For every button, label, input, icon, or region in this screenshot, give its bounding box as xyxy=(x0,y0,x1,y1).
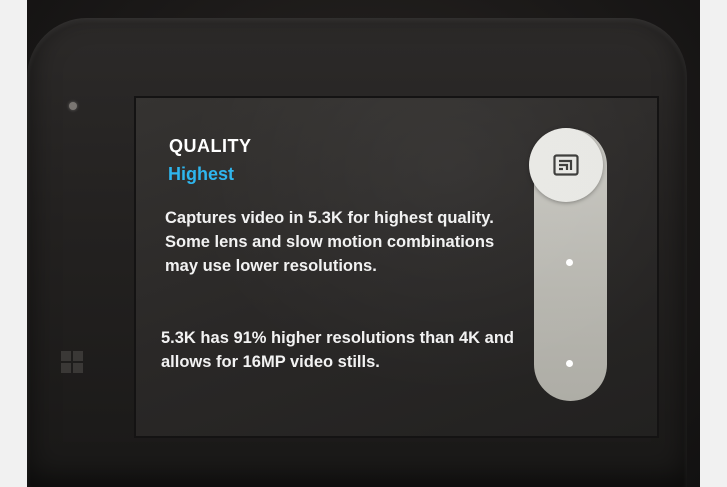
setting-comparison: 5.3K has 91% higher resolutions than 4K … xyxy=(161,329,515,371)
selected-quality: Highest xyxy=(168,164,235,184)
camera-screen: QUALITY Highest Captures video in 5.3K f… xyxy=(136,98,657,436)
status-led xyxy=(69,102,77,110)
setting-title: QUALITY xyxy=(169,136,252,156)
quality-highest-icon xyxy=(553,154,579,176)
camera-photo: QUALITY Highest Captures video in 5.3K f… xyxy=(27,0,700,487)
quality-option-low[interactable] xyxy=(566,360,573,367)
camera-body: QUALITY Highest Captures video in 5.3K f… xyxy=(27,18,687,487)
gopro-logo xyxy=(52,303,92,373)
setting-description: Captures video in 5.3K for highest quali… xyxy=(165,209,495,275)
quality-option-medium[interactable] xyxy=(566,259,573,266)
logo-squares-icon xyxy=(61,351,83,373)
quality-selector-knob[interactable] xyxy=(529,128,603,202)
